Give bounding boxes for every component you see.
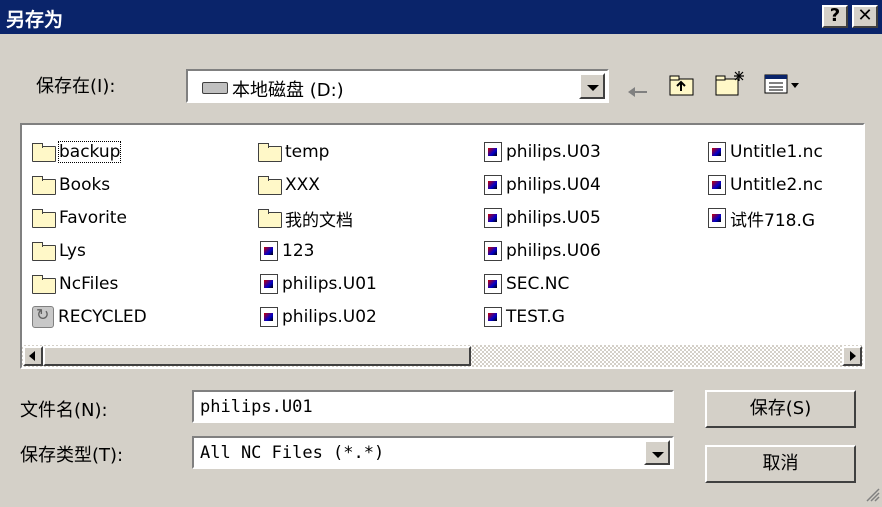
recycle-bin-icon (32, 305, 54, 328)
view-menu-icon[interactable] (764, 73, 800, 95)
file-icon (484, 307, 502, 327)
list-item[interactable]: Untitle1.nc (708, 139, 823, 165)
list-item[interactable]: RECYCLED (32, 304, 147, 330)
horizontal-scrollbar[interactable] (22, 345, 863, 367)
filetype-dropdown-arrow[interactable] (644, 440, 670, 465)
scroll-thumb[interactable] (43, 346, 471, 366)
filename-label: 文件名(N): (20, 400, 108, 421)
list-item[interactable]: Favorite (32, 205, 127, 231)
drive-icon (202, 82, 228, 94)
folder-icon (32, 275, 56, 294)
list-item[interactable]: philips.U01 (260, 271, 377, 297)
filetype-label: 保存类型(T): (20, 445, 124, 466)
close-button[interactable]: ✕ (852, 5, 878, 28)
list-item[interactable]: 我的文档 (258, 205, 353, 231)
folder-icon (32, 209, 56, 228)
new-folder-icon[interactable] (715, 69, 745, 97)
file-icon (484, 175, 502, 195)
filetype-value: All NC Files (*.*) (200, 443, 385, 463)
file-icon (484, 241, 502, 261)
scroll-left-button[interactable] (23, 346, 43, 366)
list-item[interactable]: TEST.G (484, 304, 565, 330)
file-icon (484, 274, 502, 294)
file-icon (260, 241, 278, 261)
filetype-dropdown[interactable]: All NC Files (*.*) (192, 436, 674, 469)
file-icon (708, 175, 726, 195)
save-in-dropdown[interactable]: 本地磁盘 (D:) (186, 69, 609, 103)
filename-input[interactable]: philips.U01 (192, 390, 674, 423)
list-item[interactable]: temp (258, 139, 329, 165)
file-list[interactable]: backup Books Favorite Lys NcFiles RECYCL… (20, 123, 865, 369)
file-icon (484, 208, 502, 228)
list-item[interactable]: philips.U04 (484, 172, 601, 198)
file-icon (708, 142, 726, 162)
filename-value: philips.U01 (200, 397, 313, 417)
list-item[interactable]: Books (32, 172, 110, 198)
save-in-label: 保存在(I): (36, 76, 116, 97)
save-in-dropdown-arrow[interactable] (579, 73, 605, 99)
cancel-button[interactable]: 取消 (705, 445, 856, 483)
folder-icon (258, 143, 282, 162)
title-bar[interactable]: 另存为 ? ✕ (0, 0, 882, 34)
list-item[interactable]: philips.U05 (484, 205, 601, 231)
save-button[interactable]: 保存(S) (705, 390, 856, 428)
help-button[interactable]: ? (822, 5, 848, 28)
list-item[interactable]: XXX (258, 172, 320, 198)
file-icon (260, 274, 278, 294)
list-item[interactable]: philips.U02 (260, 304, 377, 330)
list-item[interactable]: 试件718.G (708, 205, 815, 231)
list-item[interactable]: Lys (32, 238, 86, 264)
list-item[interactable]: philips.U03 (484, 139, 601, 165)
list-item[interactable]: 123 (260, 238, 314, 264)
save-in-value: 本地磁盘 (D:) (232, 80, 344, 101)
list-item[interactable]: philips.U06 (484, 238, 601, 264)
folder-icon (258, 176, 282, 195)
folder-icon (32, 242, 56, 261)
back-icon[interactable] (628, 82, 647, 97)
file-icon (260, 307, 278, 327)
resize-grip[interactable] (864, 486, 880, 502)
folder-icon (32, 176, 56, 195)
folder-icon (32, 143, 56, 162)
file-icon (708, 208, 726, 228)
scroll-right-button[interactable] (842, 346, 862, 366)
list-item[interactable]: backup (32, 139, 122, 165)
file-icon (484, 142, 502, 162)
folder-icon (258, 209, 282, 228)
list-item[interactable]: NcFiles (32, 271, 118, 297)
up-folder-icon[interactable] (669, 73, 695, 97)
window-title: 另存为 (6, 9, 64, 31)
list-item[interactable]: Untitle2.nc (708, 172, 823, 198)
list-item[interactable]: SEC.NC (484, 271, 569, 297)
